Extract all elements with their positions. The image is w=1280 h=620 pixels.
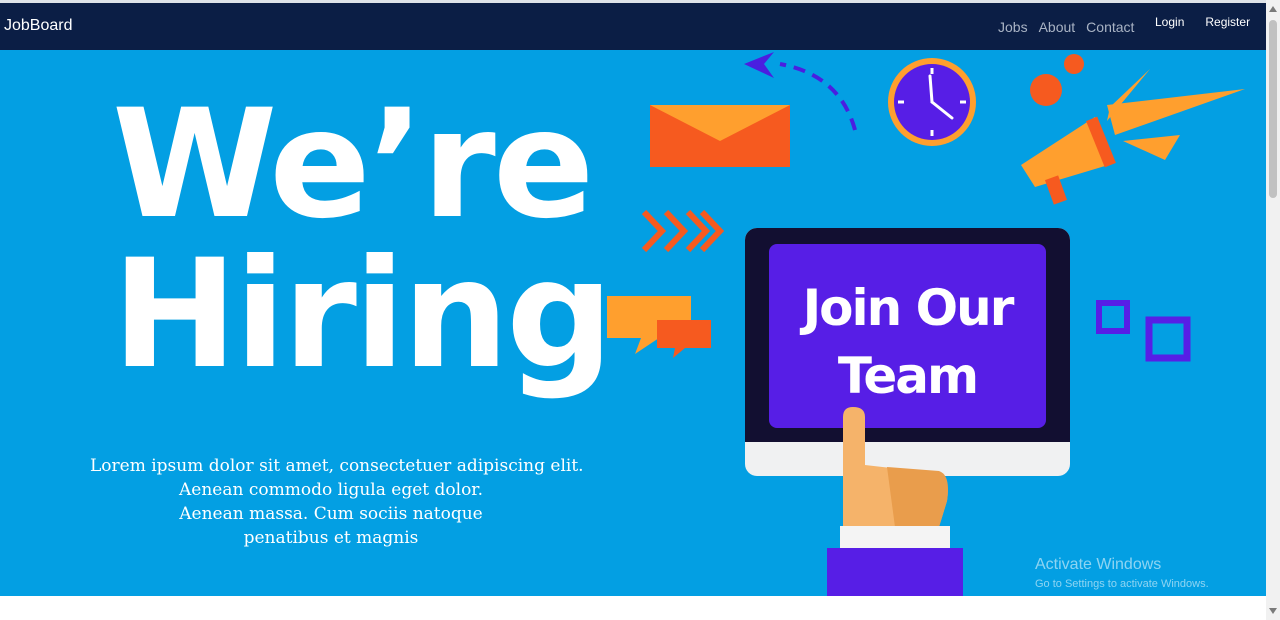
scroll-up-icon[interactable] bbox=[1269, 6, 1277, 12]
activation-title: Activate Windows bbox=[1035, 556, 1162, 573]
chevrons-icon bbox=[641, 209, 725, 253]
hero-description-line: Aenean massa. Cum sociis natoque bbox=[179, 504, 483, 524]
brand-logo[interactable]: JobBoard bbox=[4, 17, 73, 35]
hero-title-line2: Hiring bbox=[112, 228, 614, 402]
join-team-line2: Team bbox=[837, 347, 979, 405]
hero-description-line: Lorem ipsum dolor sit amet, consectetuer… bbox=[90, 456, 584, 476]
hero-title-line1: We’re bbox=[112, 78, 595, 252]
hand-sleeve bbox=[827, 548, 963, 596]
envelope-icon bbox=[650, 105, 790, 167]
hero-banner: We’re Hiring Lorem ipsum dolor sit amet,… bbox=[0, 50, 1266, 596]
navbar: JobBoard Jobs About Contact Login Regist… bbox=[0, 3, 1266, 50]
hero-description: Lorem ipsum dolor sit amet, consectetuer… bbox=[90, 454, 584, 550]
pointing-hand-icon bbox=[843, 407, 948, 527]
register-link[interactable]: Register bbox=[1205, 15, 1250, 29]
join-team-line1: Join Our bbox=[802, 279, 1015, 337]
clock-icon bbox=[888, 58, 976, 146]
nav-link-about[interactable]: About bbox=[1039, 19, 1076, 35]
nav-links: Jobs About Contact bbox=[998, 19, 1134, 35]
hero-description-line: penatibus et magnis bbox=[243, 528, 419, 548]
megaphone-icon bbox=[1021, 69, 1245, 205]
hand-cuff bbox=[840, 526, 950, 548]
hero-title: We’re Hiring bbox=[112, 78, 614, 402]
auth-links: Login Register bbox=[1155, 15, 1250, 29]
squares-icon bbox=[1096, 300, 1191, 362]
login-link[interactable]: Login bbox=[1155, 15, 1184, 29]
hero-description-line: Aenean commodo ligula eget dolor. bbox=[179, 480, 483, 500]
scroll-thumb[interactable] bbox=[1269, 20, 1277, 198]
windows-activation-watermark: Activate Windows Go to Settings to activ… bbox=[1035, 556, 1209, 590]
chat-bubbles-icon bbox=[607, 296, 711, 358]
nav-link-contact[interactable]: Contact bbox=[1086, 19, 1134, 35]
join-team-text: Join Our Team bbox=[769, 274, 1046, 410]
monitor-screen: Join Our Team bbox=[769, 244, 1046, 428]
nav-link-jobs[interactable]: Jobs bbox=[998, 19, 1028, 35]
scroll-down-icon[interactable] bbox=[1269, 608, 1277, 614]
activation-subtitle: Go to Settings to activate Windows. bbox=[1035, 578, 1209, 590]
page-scrollbar[interactable] bbox=[1266, 0, 1280, 620]
